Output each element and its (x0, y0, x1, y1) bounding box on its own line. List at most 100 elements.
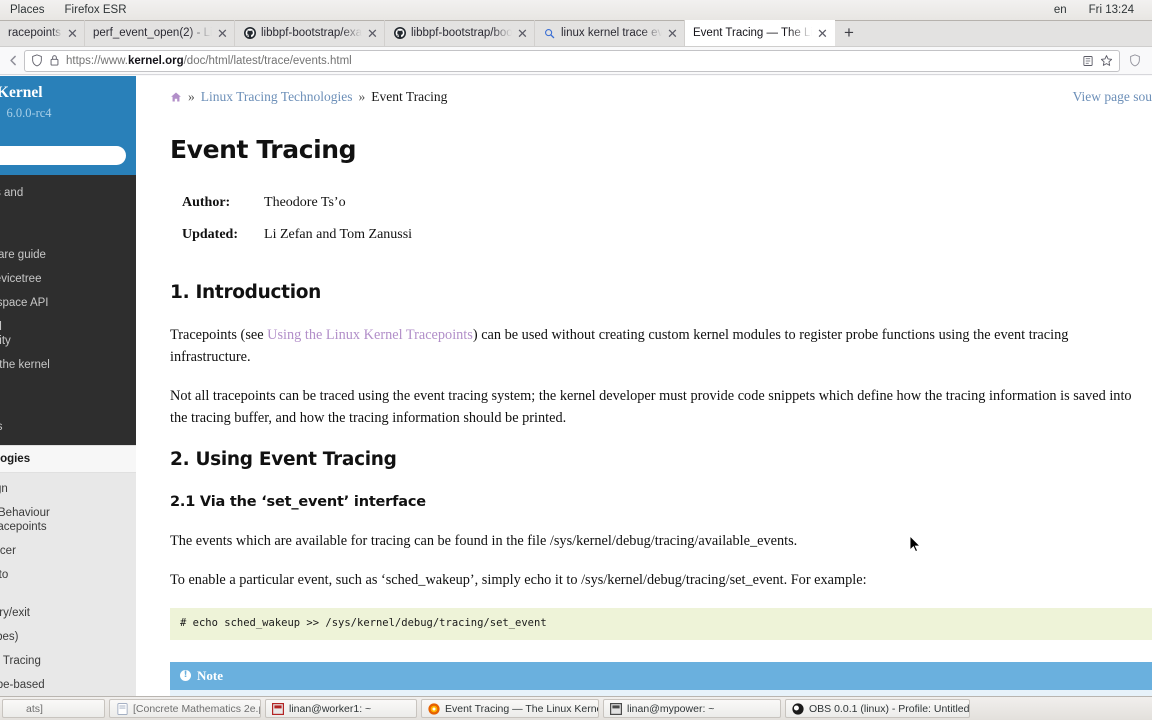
code-block-enable-event: # echo sched_wakeup >> /sys/kernel/debug… (170, 607, 1152, 640)
sidebar-item-tracer-design[interactable]: Tracer Design (0, 477, 136, 501)
sidebar-item-function-entry-exit[interactable]: Function entry/exit (0, 601, 136, 625)
paragraph-text-before: Tracepoints (see (170, 326, 268, 343)
desktop-taskbar: ats] [Concrete Mathematics 2e.pdf] linan… (0, 696, 1152, 720)
sidebar-item-0[interactable]: kernel user's andator's guide (0, 181, 136, 219)
search-icon (543, 27, 556, 40)
tracepoints-link[interactable]: Using the Linux Kernel Tracepoints (267, 327, 473, 343)
desktop-top-panel: Places Firefox ESR en Fri 13:24 (0, 0, 1152, 21)
overflow-menu-button[interactable] (1124, 50, 1146, 72)
tab-label: linux kernel trace events (561, 27, 662, 39)
breadcrumb: » Linux Tracing Technologies » Event Tra… (136, 76, 1152, 105)
obs-icon (792, 702, 804, 715)
sidebar-brand-title: he Linux Kernel (0, 84, 43, 101)
close-icon[interactable]: ✕ (817, 27, 828, 40)
url-text[interactable]: https://www.kernel.org/doc/html/latest/t… (66, 55, 1076, 67)
sidebar-item-5[interactable]: ith the kernelent community (0, 315, 136, 353)
search-input[interactable] (0, 146, 126, 165)
field-label-author: Author: (182, 194, 231, 210)
section-heading-using-event-tracing: 2. Using Event Tracing (170, 449, 397, 471)
terminal-icon (610, 702, 622, 715)
field-label-updated: Updated: (182, 227, 239, 243)
sidebar-item-6[interactable]: ent tools for the kernel (0, 353, 136, 377)
document-content: » Linux Tracing Technologies » Event Tra… (136, 76, 1152, 696)
browser-tab-3[interactable]: libbpf-bootstrap/bootstra ✕ (385, 20, 535, 46)
tab-label: racepoints — An (8, 27, 62, 39)
url-domain: kernel.org (128, 54, 184, 67)
close-icon[interactable]: ✕ (217, 27, 228, 40)
taskbar-item-label: ats] (26, 702, 43, 715)
documentation-sidebar: he Linux Kernel 6.0.0-rc4 kernel user's … (0, 76, 136, 696)
sidebar-version: 6.0.0-rc4 (6, 106, 52, 120)
section-heading-introduction: 1. Introduction (170, 282, 322, 304)
breadcrumb-parent-link[interactable]: Linux Tracing Technologies (201, 89, 353, 105)
padlock-icon[interactable] (49, 54, 60, 67)
sidebar-item-7[interactable]: ite kernelation (0, 377, 136, 415)
sidebar-nav-secondary: Tracer Design n Analysing Behaviourrents… (0, 473, 136, 696)
view-page-source-link[interactable]: View page sou (1073, 89, 1152, 105)
clock[interactable]: Fri 13:24 (1079, 0, 1144, 20)
firefox-icon (428, 702, 440, 715)
taskbar-item-0[interactable]: ats] (2, 699, 105, 718)
taskbar-item-5[interactable]: OBS 0.0.1 (linux) - Profile: Untitled ..… (785, 699, 970, 718)
keyboard-layout-indicator[interactable]: en (1044, 0, 1077, 20)
taskbar-item-label: OBS 0.0.1 (linux) - Profile: Untitled ..… (809, 702, 970, 715)
terminal-icon (272, 702, 284, 715)
paragraph-tracepoints: Tracepoints (see Using the Linux Kernel … (170, 324, 1152, 368)
star-icon[interactable] (1100, 54, 1113, 67)
paragraph-available-events: The events which are available for traci… (170, 532, 798, 549)
sidebar-item-uprobetracer[interactable]: tracer: Uprobe-basedacing (0, 673, 136, 696)
close-icon[interactable]: ✕ (367, 27, 378, 40)
tab-label: Event Tracing — The Linux K (693, 27, 812, 39)
taskbar-item-label: linan@worker1: ~ (289, 702, 372, 715)
breadcrumb-separator-2: » (358, 89, 366, 104)
browser-tab-5-active[interactable]: Event Tracing — The Linux K ✕ (685, 20, 835, 46)
document-body: Event Tracing Author: Theodore Ts’o Upda… (136, 105, 1152, 696)
github-icon (243, 27, 256, 40)
sidebar-item-3[interactable]: ware and Devicetree (0, 267, 136, 291)
new-tab-button[interactable]: + (835, 20, 863, 46)
tab-label: libbpf-bootstrap/bootstra (411, 27, 512, 39)
shield-icon[interactable] (31, 54, 43, 67)
sidebar-section-header[interactable]: cing Technologies (0, 445, 136, 473)
sidebar-item-kprobes[interactable]: robes (Kprobes) (0, 625, 136, 649)
firefox-window: racepoints — An ✕ perf_event_open(2) - L… (0, 20, 1152, 696)
taskbar-item-4[interactable]: linan@mypower: ~ (603, 699, 781, 718)
sidebar-item-analysing-behaviour[interactable]: n Analysing Behaviourrents and Tracepoin… (0, 501, 136, 539)
taskbar-item-label: Event Tracing — The Linux Kernel ... (445, 702, 598, 715)
close-icon[interactable]: ✕ (667, 27, 678, 40)
places-menu[interactable]: Places (0, 0, 55, 20)
back-button[interactable] (6, 50, 20, 72)
sidebar-item-1[interactable]: ld System (0, 219, 136, 243)
home-icon[interactable] (170, 91, 182, 103)
sidebar-item-4[interactable]: kernel user-space API (0, 291, 136, 315)
taskbar-item-1[interactable]: [Concrete Mathematics 2e.pdf] (109, 699, 261, 718)
browser-tab-1[interactable]: perf_event_open(2) - Linux m ✕ (85, 20, 235, 46)
sidebar-item-function-tracer[interactable]: Function Tracer (0, 539, 136, 563)
paragraph-enable-event: To enable a particular event, such as ‘s… (170, 571, 867, 588)
note-title: Note (197, 667, 223, 683)
close-icon[interactable]: ✕ (517, 27, 528, 40)
taskbar-item-2[interactable]: linan@worker1: ~ (265, 699, 417, 718)
tab-label: perf_event_open(2) - Linux m (93, 27, 212, 39)
firefox-esr-menu[interactable]: Firefox ESR (55, 0, 137, 20)
sidebar-item-place-to-hook[interactable]: ace to hook tos (0, 563, 136, 601)
field-value-updated: Li Zefan and Tom Zanussi (264, 227, 413, 243)
sidebar-item-2[interactable]: kernel firmware guide (0, 243, 136, 267)
sidebar-item-based-event-tracing[interactable]: based Event Tracing (0, 649, 136, 673)
note-title-bar: ! Note (170, 661, 1152, 690)
browser-tab-0[interactable]: racepoints — An ✕ (0, 20, 85, 46)
close-icon[interactable]: ✕ (67, 27, 78, 40)
address-bar[interactable]: https://www.kernel.org/doc/html/latest/t… (24, 49, 1120, 72)
sidebar-search (0, 146, 136, 175)
reader-view-icon[interactable] (1082, 55, 1094, 67)
browser-tab-2[interactable]: libbpf-bootstrap/example ✕ (235, 20, 385, 46)
breadcrumb-current: Event Tracing (371, 89, 448, 104)
panel-status-area: en Fri 13:24 (1044, 0, 1152, 20)
document-field-list: Author: Theodore Ts’o Updated: Li Zefan … (170, 190, 412, 255)
taskbar-item-3-active[interactable]: Event Tracing — The Linux Kernel ... (421, 699, 599, 718)
github-icon (393, 27, 406, 40)
browser-tab-4[interactable]: linux kernel trace events ✕ (535, 20, 685, 46)
sidebar-brand[interactable]: he Linux Kernel 6.0.0-rc4 (0, 76, 136, 146)
sidebar-item-8[interactable]: cking Guides (0, 415, 136, 439)
taskbar-item-label: linan@mypower: ~ (627, 702, 715, 715)
